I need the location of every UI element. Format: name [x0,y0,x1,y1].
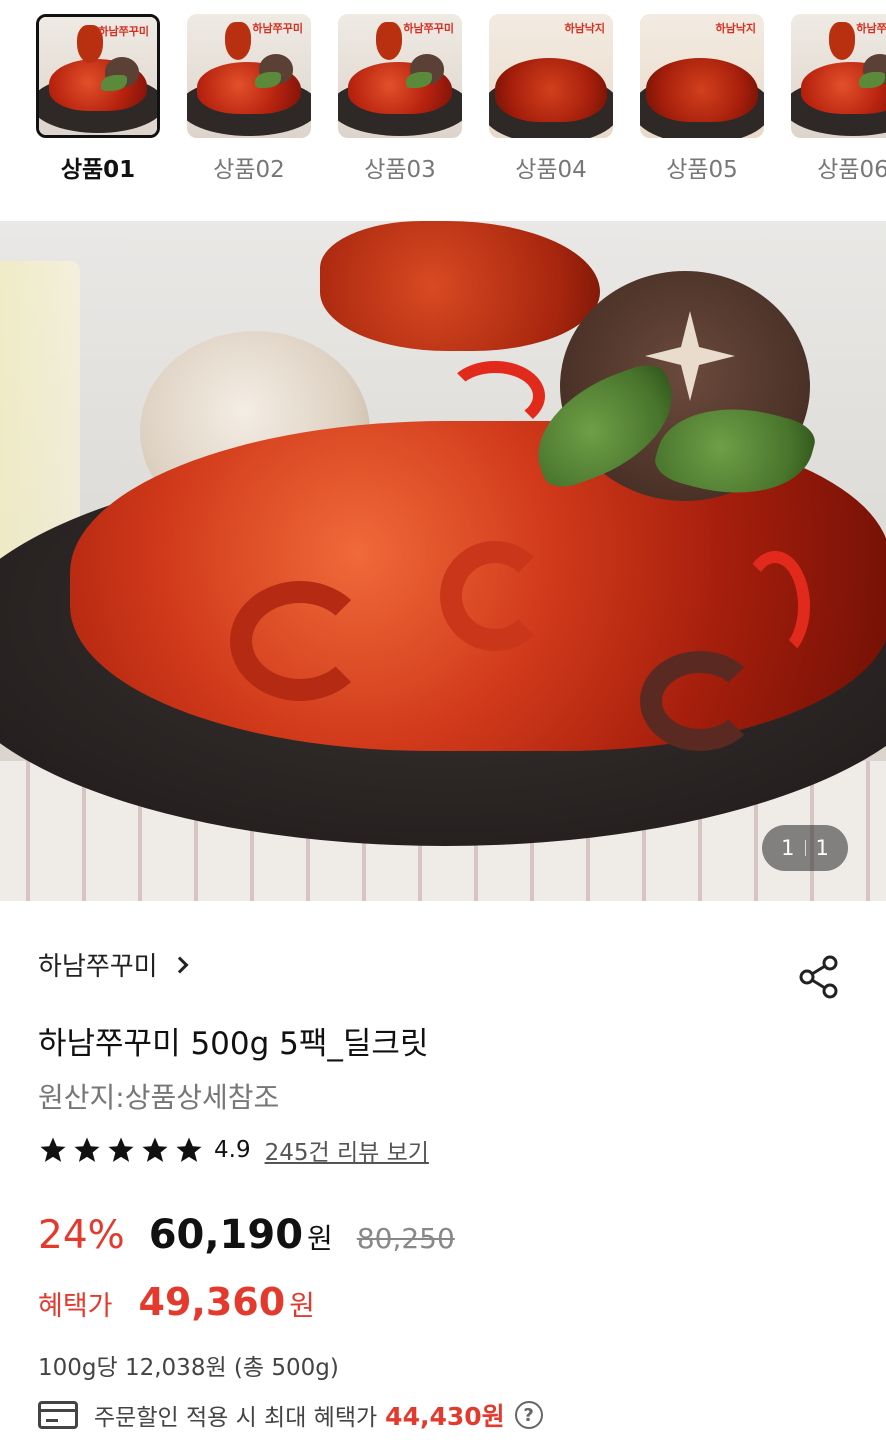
thumbnail-3[interactable]: 하남쭈꾸미 [338,14,462,138]
share-icon[interactable] [798,955,840,999]
coupon-row[interactable]: 주문할인 적용 시 최대 혜택가 44,430원 ? [38,1398,543,1432]
coupon-amount: 44,430원 [385,1402,505,1431]
benefit-currency: 원 [289,1289,315,1322]
benefit-price-row: 혜택가 49,360 원 [38,1280,315,1324]
benefit-label: 혜택가 [38,1291,113,1322]
thumbnail-label-2[interactable]: 상품02 [179,150,319,184]
coupon-text: 주문할인 적용 시 최대 혜택가 [94,1405,378,1431]
sale-price: 60,190 [148,1212,304,1258]
thumbnail-brand: 하남쭈꾸미 [403,22,454,35]
rating-row: 4.9 245건 리뷰 보기 [38,1130,429,1170]
brand-name: 하남쭈꾸미 [38,952,158,982]
discount-rate: 24% [38,1213,125,1258]
thumbnail-brand: 하남쭈꾸미 [252,22,303,35]
thumbnail-label-4[interactable]: 상품04 [481,150,621,184]
thumbnail-brand: 하남쭈꾸미 [856,22,886,35]
image-page-counter: 1 1 [762,825,848,871]
thumbnail-brand: 하남낙지 [715,22,756,35]
currency-unit: 원 [307,1222,333,1255]
hero-tentacle-curl [230,581,370,701]
review-link[interactable]: 245건 리뷰 보기 [265,1133,429,1167]
brand-link[interactable]: 하남쭈꾸미 [38,946,189,983]
original-price: 80,250 [356,1222,455,1255]
counter-current: 1 [781,836,795,860]
hero-tentacle-curl [640,651,760,751]
thumbnail-label-6[interactable]: 상품06 [783,150,886,184]
star-icon [74,1137,100,1162]
star-icon [142,1137,168,1162]
help-icon[interactable]: ? [514,1401,543,1429]
thumbnail-brand: 하남쭈꾸미 [98,25,149,38]
benefit-price: 49,360 [138,1280,286,1324]
thumbnail-5[interactable]: 하남낙지 [640,14,764,138]
hero-tentacle [320,221,600,351]
product-title: 하남쭈꾸미 500g 5팩_딜크릿 [38,1026,429,1062]
unit-price: 100g당 12,038원 (총 500g) [38,1355,339,1381]
counter-total: 1 [815,836,829,860]
star-icon [176,1137,202,1162]
thumbnail-label-3[interactable]: 상품03 [330,150,470,184]
chevron-right-icon [171,956,189,973]
thumbnail-1[interactable]: 하남쭈꾸미 [36,14,160,138]
hero-product-image[interactable]: 1 1 [0,221,886,901]
hero-chili [740,551,810,661]
star-icon [40,1137,66,1162]
thumbnail-label-5[interactable]: 상품05 [632,150,772,184]
credit-card-icon [38,1401,78,1429]
product-origin: 원산지:상품상세참조 [38,1081,280,1114]
thumbnail-strip: 하남쭈꾸미 하남쭈꾸미 하남쭈꾸미 하남낙지 하남낙지 하남쭈꾸미 상품01 [0,0,886,200]
star-icon [108,1137,134,1162]
price-row: 24% 60,190 원 80,250 [38,1212,455,1258]
thumbnail-2[interactable]: 하남쭈꾸미 [187,14,311,138]
thumbnail-label-1[interactable]: 상품01 [28,150,168,184]
thumbnail-6[interactable]: 하남쭈꾸미 [791,14,886,138]
hero-chili [445,361,545,431]
counter-divider [804,840,806,856]
hero-tentacle-curl [440,541,550,651]
rating-value: 4.9 [214,1137,251,1163]
thumbnail-brand: 하남낙지 [564,22,605,35]
thumbnail-4[interactable]: 하남낙지 [489,14,613,138]
